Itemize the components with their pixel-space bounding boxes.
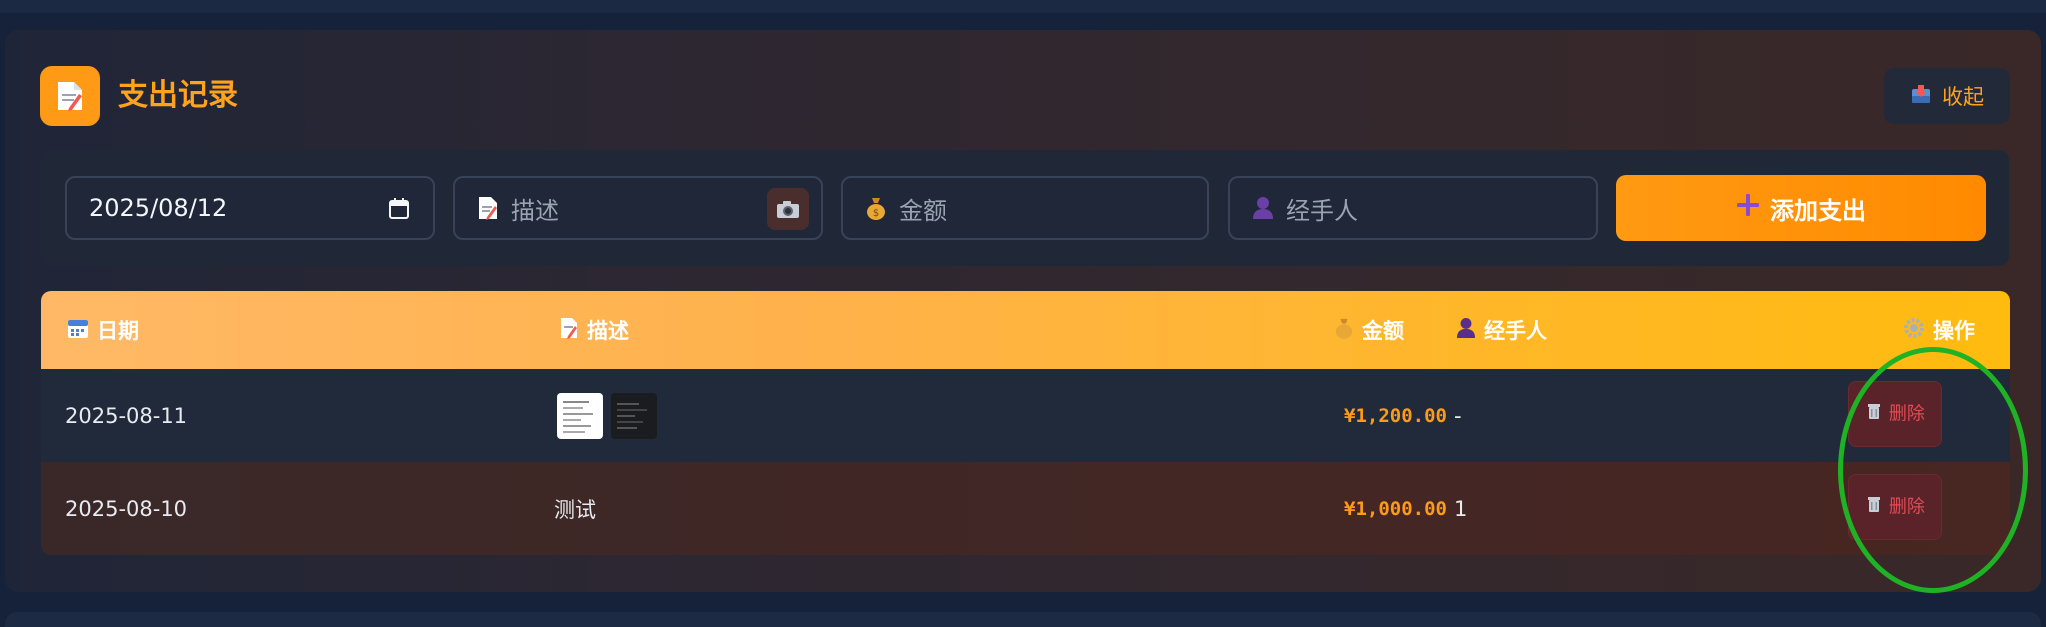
- column-handler[interactable]: 经手人: [1456, 291, 1547, 369]
- camera-upload-button[interactable]: [767, 188, 809, 230]
- row-amount: ¥1,200.00: [1344, 404, 1447, 427]
- receipt-thumbnail[interactable]: [557, 392, 603, 439]
- column-date[interactable]: 日期: [67, 291, 139, 369]
- collapse-button[interactable]: 收起: [1884, 68, 2010, 124]
- column-amount[interactable]: 金额: [1334, 291, 1404, 369]
- column-description[interactable]: 描述: [559, 291, 629, 369]
- column-amount-label: 金额: [1362, 319, 1404, 343]
- next-section-edge: [5, 612, 2041, 627]
- page-title: 支出记录: [118, 78, 238, 113]
- expense-table: 日期 描述 金额 经手人 操作 2025-08-11 ¥1,200.00 - 2…: [41, 291, 2010, 555]
- description-input[interactable]: 描述: [453, 176, 823, 240]
- add-expense-button[interactable]: 添加支出: [1616, 175, 1986, 241]
- money-bag-icon: [1334, 317, 1354, 344]
- add-expense-label: 添加支出: [1770, 196, 1866, 225]
- column-handler-label: 经手人: [1484, 319, 1547, 343]
- plus-icon: [1736, 193, 1760, 223]
- person-icon: [1456, 317, 1476, 344]
- memo-icon: [477, 196, 499, 220]
- gear-icon: [1903, 317, 1925, 344]
- inbox-tray-icon: [1910, 83, 1932, 110]
- calendar-picker-icon[interactable]: [389, 198, 409, 226]
- memo-icon: [40, 66, 100, 126]
- row-amount: ¥1,000.00: [1344, 497, 1447, 520]
- description-placeholder: 描述: [511, 196, 559, 225]
- camera-icon: [777, 201, 799, 218]
- memo-icon: [559, 317, 579, 344]
- handler-input[interactable]: 经手人: [1228, 176, 1598, 240]
- row-handler: 1: [1454, 496, 1468, 521]
- amount-input[interactable]: $ 金额: [841, 176, 1209, 240]
- row-handler: -: [1454, 403, 1462, 428]
- svg-text:$: $: [873, 208, 879, 219]
- table-row: 2025-08-10 测试 ¥1,000.00 1: [41, 462, 2010, 555]
- top-section-edge: [0, 0, 2046, 16]
- row-attachments: [557, 369, 665, 462]
- row-date: 2025-08-11: [65, 403, 188, 428]
- date-value: 2025/08/12: [89, 194, 228, 222]
- row-date: 2025-08-10: [65, 496, 188, 521]
- row-description: 测试: [554, 497, 596, 522]
- table-header: 日期 描述 金额 经手人 操作: [41, 291, 2010, 369]
- column-actions-label: 操作: [1933, 319, 1975, 343]
- person-icon: [1252, 196, 1274, 220]
- date-input[interactable]: 2025/08/12: [65, 176, 435, 240]
- amount-placeholder: 金额: [899, 196, 947, 225]
- column-description-label: 描述: [587, 319, 629, 343]
- calendar-icon: [67, 317, 89, 344]
- receipt-thumbnail[interactable]: [611, 392, 657, 439]
- money-bag-icon: $: [865, 196, 887, 220]
- highlight-annotation-circle: [1838, 347, 2028, 593]
- collapse-label: 收起: [1942, 85, 1984, 109]
- handler-placeholder: 经手人: [1286, 196, 1358, 225]
- table-row: 2025-08-11 ¥1,200.00 -: [41, 369, 2010, 462]
- column-date-label: 日期: [97, 319, 139, 343]
